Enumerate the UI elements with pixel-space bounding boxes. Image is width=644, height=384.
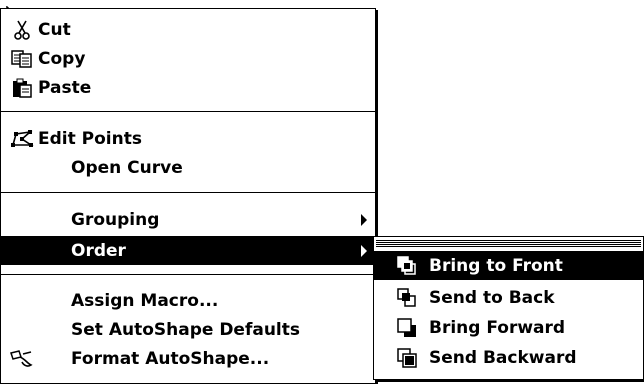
copy-icon <box>9 48 35 70</box>
send-to-back-icon <box>394 287 420 309</box>
bring-forward-icon <box>394 317 420 339</box>
menu-item-grouping[interactable]: Grouping <box>1 205 375 234</box>
menu-item-assign-macro[interactable]: Assign Macro... <box>1 286 375 315</box>
order-submenu: Bring to Front Send to Back Bring Forwar… <box>373 236 644 380</box>
menu-item-label: Paste <box>38 77 92 98</box>
menu-item-format-autoshape[interactable]: Format AutoShape... <box>1 344 375 373</box>
submenu-arrow-icon <box>361 245 367 257</box>
menu-separator <box>1 192 375 193</box>
menu-item-label: Send to Back <box>429 287 555 308</box>
edit-points-icon <box>9 128 35 150</box>
menu-item-send-to-back[interactable]: Send to Back <box>374 283 643 312</box>
send-backward-icon <box>394 347 420 369</box>
format-brush-icon <box>9 348 35 370</box>
menu-item-open-curve[interactable]: Open Curve <box>1 153 375 182</box>
menu-item-copy[interactable]: Copy <box>1 44 375 73</box>
context-menu: Cut Copy Paste Edit Points Open Curve Gr… <box>0 8 376 384</box>
scissors-icon <box>9 19 35 41</box>
menu-item-label: Format AutoShape... <box>71 348 270 369</box>
menu-item-label: Grouping <box>71 209 160 230</box>
menu-item-set-autoshape-defaults[interactable]: Set AutoShape Defaults <box>1 315 375 344</box>
menu-item-label: Open Curve <box>71 157 183 178</box>
menu-item-bring-forward[interactable]: Bring Forward <box>374 313 643 342</box>
clipboard-icon <box>9 77 35 99</box>
menu-item-label: Bring Forward <box>429 317 566 338</box>
menu-item-label: Cut <box>38 19 71 40</box>
menu-item-paste[interactable]: Paste <box>1 73 375 102</box>
menu-item-label: Copy <box>38 48 86 69</box>
menu-item-label: Assign Macro... <box>71 290 219 311</box>
submenu-arrow-icon <box>361 214 367 226</box>
menu-item-label: Send Backward <box>429 347 577 368</box>
menu-separator <box>1 274 375 275</box>
menu-item-send-backward[interactable]: Send Backward <box>374 343 643 372</box>
bring-to-front-icon <box>394 255 420 277</box>
menu-item-label: Edit Points <box>38 128 142 149</box>
menu-separator <box>1 111 375 112</box>
menu-item-cut[interactable]: Cut <box>1 15 375 44</box>
menu-item-order[interactable]: Order <box>1 236 375 265</box>
menu-item-label: Bring to Front <box>429 255 563 276</box>
menu-item-label: Order <box>71 240 126 261</box>
submenu-drag-bar[interactable] <box>376 239 641 247</box>
menu-item-bring-to-front[interactable]: Bring to Front <box>374 251 643 280</box>
menu-item-label: Set AutoShape Defaults <box>71 319 301 340</box>
menu-item-edit-points[interactable]: Edit Points <box>1 124 375 153</box>
